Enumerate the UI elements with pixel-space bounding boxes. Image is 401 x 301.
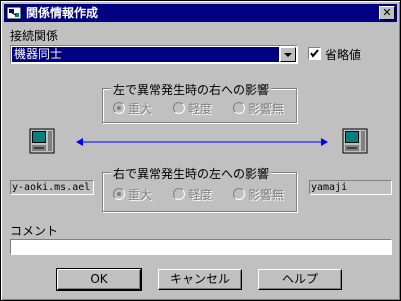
right-to-left-impact-title: 右で異常発生時の左への影響	[111, 165, 272, 182]
lr-label-minor: 軽度	[188, 102, 213, 116]
checkmark-icon	[310, 49, 319, 58]
rl-radio-none[interactable]	[233, 188, 245, 200]
radio-selected-dot	[117, 192, 121, 196]
left-computer-icon	[29, 128, 55, 154]
lr-label-severe: 重大	[128, 102, 153, 116]
right-computer-icon	[342, 128, 368, 154]
rl-label-severe: 重大	[128, 188, 153, 202]
connection-select[interactable]: 機器同士	[10, 45, 298, 64]
right-to-left-impact-group: 右で異常発生時の左への影響 重大 軽度 影響無	[102, 165, 297, 212]
window-title: 関係情報作成	[26, 6, 99, 20]
comment-label: コメント	[10, 224, 59, 238]
rl-radio-minor[interactable]	[173, 188, 185, 200]
lr-radio-minor[interactable]	[173, 102, 185, 114]
ok-button[interactable]: OK	[56, 268, 142, 291]
chevron-down-icon	[284, 53, 292, 57]
dialog-window: 関係情報作成 ✕ 接続関係 機器同士 省略値 左で異常発生時の右への影響 重大 …	[0, 0, 401, 301]
abbrev-checkbox[interactable]	[308, 47, 321, 60]
app-icon	[6, 6, 22, 20]
lr-radio-severe[interactable]	[113, 102, 125, 114]
bidirectional-arrow-icon	[76, 138, 328, 146]
rl-label-minor: 軽度	[188, 188, 213, 202]
lr-label-none: 影響無	[248, 102, 285, 116]
close-button[interactable]: ✕	[379, 6, 395, 20]
left-to-right-impact-group: 左で異常発生時の右への影響 重大 軽度 影響無	[102, 81, 297, 123]
rl-radio-severe[interactable]	[113, 188, 125, 200]
left-to-right-impact-title: 左で異常発生時の右への影響	[111, 81, 272, 98]
left-host-field: y-aoki.ms.ael	[10, 180, 94, 195]
lr-radio-none[interactable]	[233, 102, 245, 114]
cancel-button[interactable]: キャンセル	[158, 269, 242, 290]
help-button[interactable]: ヘルプ	[258, 269, 342, 290]
dropdown-button[interactable]	[280, 47, 296, 62]
radio-selected-dot	[117, 106, 121, 110]
connection-label: 接続関係	[10, 29, 59, 43]
right-host-field: yamaji	[309, 180, 392, 195]
title-bar[interactable]: 関係情報作成 ✕	[4, 4, 397, 22]
abbrev-label: 省略値	[325, 48, 362, 62]
connection-selected-value: 機器同士	[12, 47, 279, 62]
rl-label-none: 影響無	[248, 188, 285, 202]
comment-input[interactable]	[10, 239, 392, 255]
